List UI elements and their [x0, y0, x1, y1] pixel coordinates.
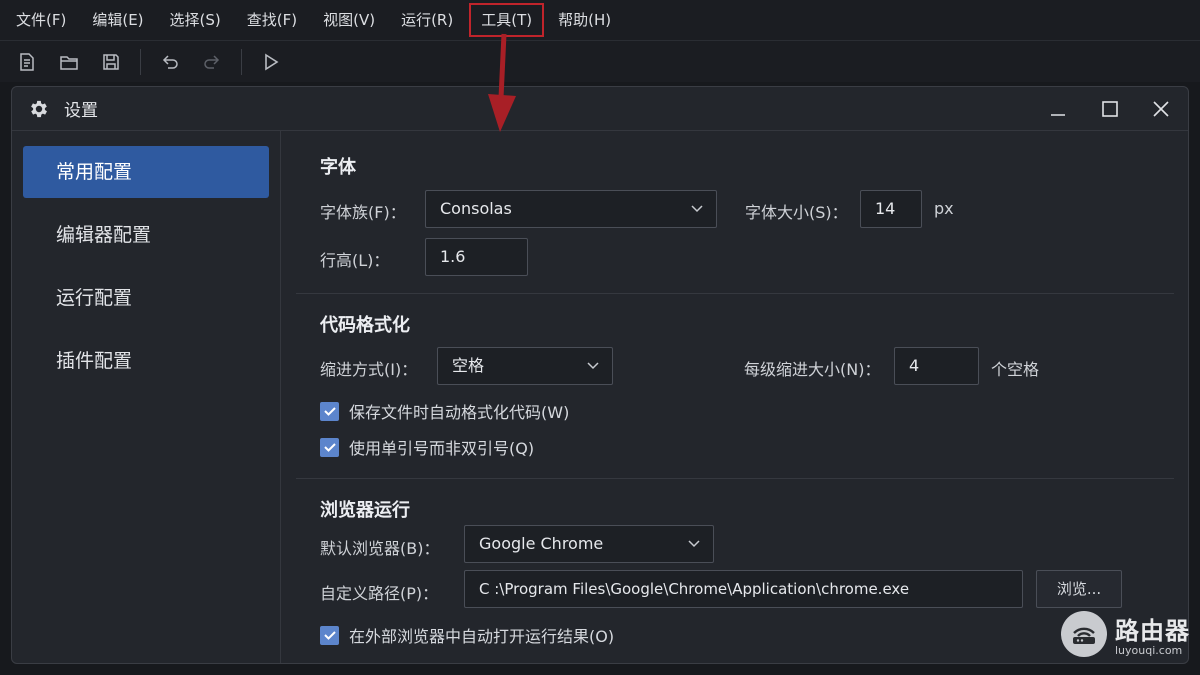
browse-button[interactable]: 浏览...	[1036, 570, 1122, 608]
menu-bar: 文件(F) 编辑(E) 选择(S) 查找(F) 视图(V) 运行(R) 工具(T…	[0, 0, 1200, 40]
check-icon	[323, 631, 336, 640]
section-title-font: 字体	[320, 157, 356, 178]
chevron-down-icon	[688, 540, 700, 548]
sidebar-item-editor[interactable]: 编辑器配置	[23, 209, 269, 261]
menu-file[interactable]: 文件(F)	[6, 5, 76, 35]
close-icon[interactable]	[1141, 87, 1181, 131]
format-on-save-checkbox[interactable]	[320, 401, 339, 421]
toolbar-separator	[241, 48, 242, 75]
indent-size-label: 每级缩进大小(N)：	[744, 360, 881, 379]
watermark-site: luyouqi.com	[1115, 644, 1183, 657]
chevron-down-icon	[691, 205, 703, 213]
line-height-input[interactable]: 1.6	[425, 238, 528, 276]
indent-size-unit: 个空格	[991, 360, 1040, 379]
dialog-titlebar: 设置	[12, 87, 1188, 131]
menu-run[interactable]: 运行(R)	[391, 5, 463, 35]
font-family-label: 字体族(F)：	[320, 203, 406, 222]
single-quote-checkbox[interactable]	[320, 437, 339, 457]
section-title-format: 代码格式化	[320, 315, 410, 336]
toolbar-separator	[140, 48, 141, 75]
chevron-down-icon	[587, 362, 599, 370]
indent-label: 缩进方式(I)：	[320, 360, 418, 379]
dialog-title: 设置	[64, 101, 98, 121]
format-on-save-row[interactable]: 保存文件时自动格式化代码(W)	[320, 399, 569, 423]
indent-value: 空格	[452, 356, 485, 375]
default-browser-label: 默认浏览器(B)：	[320, 539, 440, 558]
font-size-input[interactable]: 14	[860, 190, 922, 228]
settings-sidebar: 常用配置 编辑器配置 运行配置 插件配置	[12, 131, 281, 663]
font-family-select[interactable]: Consolas	[425, 190, 717, 228]
open-folder-icon[interactable]	[56, 49, 82, 75]
font-size-label: 字体大小(S)：	[745, 203, 848, 222]
default-browser-value: Google Chrome	[479, 534, 604, 553]
single-quote-label: 使用单引号而非双引号(Q)	[349, 439, 535, 458]
sidebar-item-general[interactable]: 常用配置	[23, 146, 269, 198]
menu-view[interactable]: 视图(V)	[313, 5, 385, 35]
gear-icon	[31, 100, 47, 117]
section-title-browser: 浏览器运行	[320, 500, 410, 521]
line-height-label: 行高(L)：	[320, 251, 390, 270]
default-browser-select[interactable]: Google Chrome	[464, 525, 714, 563]
custom-path-label: 自定义路径(P)：	[320, 584, 439, 603]
indent-select[interactable]: 空格	[437, 347, 613, 385]
custom-path-input[interactable]: C :\Program Files\Google\Chrome\Applicat…	[464, 570, 1023, 608]
font-size-unit: px	[934, 199, 954, 218]
font-family-value: Consolas	[440, 199, 512, 218]
settings-dialog: 设置 常用配置 编辑器配置 运行配置 插件配置 字体 字体族(F)： Conso…	[11, 86, 1189, 664]
open-external-checkbox[interactable]	[320, 625, 339, 645]
maximize-icon[interactable]	[1090, 87, 1130, 131]
annotation-arrow	[488, 33, 516, 132]
toolbar	[0, 40, 1200, 82]
settings-content: 字体 字体族(F)： Consolas 字体大小(S)： 14 px 行高(L)…	[282, 131, 1188, 663]
open-external-row[interactable]: 在外部浏览器中自动打开运行结果(O)	[320, 623, 614, 647]
router-logo-icon	[1061, 611, 1107, 657]
watermark: 路由器 luyouqi.com	[1061, 611, 1190, 657]
section-divider	[296, 478, 1174, 479]
single-quote-row[interactable]: 使用单引号而非双引号(Q)	[320, 435, 534, 459]
redo-icon[interactable]	[199, 49, 225, 75]
check-icon	[323, 407, 336, 416]
run-icon[interactable]	[258, 49, 284, 75]
save-icon[interactable]	[98, 49, 124, 75]
open-external-label: 在外部浏览器中自动打开运行结果(O)	[349, 627, 615, 646]
undo-icon[interactable]	[157, 49, 183, 75]
check-icon	[323, 443, 336, 452]
menu-find[interactable]: 查找(F)	[237, 5, 307, 35]
indent-size-input[interactable]: 4	[894, 347, 979, 385]
format-on-save-label: 保存文件时自动格式化代码(W)	[349, 403, 570, 422]
menu-select[interactable]: 选择(S)	[160, 5, 231, 35]
minimize-icon[interactable]	[1038, 87, 1078, 131]
sidebar-item-run[interactable]: 运行配置	[23, 272, 269, 324]
sidebar-item-plugins[interactable]: 插件配置	[23, 335, 269, 387]
new-file-icon[interactable]	[14, 49, 40, 75]
menu-edit[interactable]: 编辑(E)	[82, 5, 153, 35]
menu-help[interactable]: 帮助(H)	[548, 5, 621, 35]
section-divider	[296, 293, 1174, 294]
menu-tools[interactable]: 工具(T)	[469, 3, 545, 37]
watermark-name: 路由器	[1115, 617, 1190, 645]
